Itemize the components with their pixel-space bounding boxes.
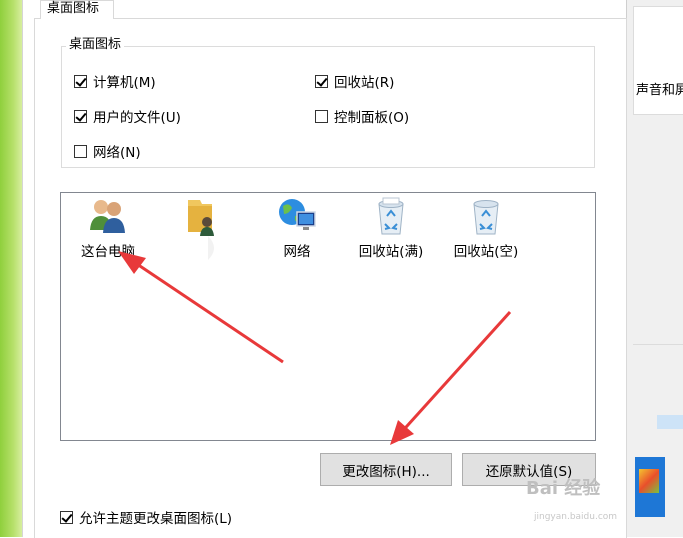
divider: [633, 114, 683, 115]
checkbox-label: 允许主题更改桌面图标(L): [79, 511, 233, 527]
checkbox-control-panel[interactable]: 控制面板(O): [315, 106, 409, 126]
group-title: 桌面图标: [66, 37, 125, 53]
background-window-text: 声音和屏: [636, 83, 683, 98]
icon-item-recycle-full[interactable]: 回收站(满): [346, 196, 436, 260]
watermark-url: jingyan.baidu.com: [534, 512, 618, 522]
watermark-logo: Bai 经验: [526, 478, 601, 499]
checkbox-label: 控制面板(O): [334, 110, 410, 126]
network-globe-icon: [279, 199, 316, 230]
user-folder-icon: [188, 200, 222, 260]
checkbox-label: 计算机(M): [93, 75, 156, 91]
checkbox-box[interactable]: [315, 74, 328, 88]
checkbox-box[interactable]: [74, 109, 87, 123]
icon-item-recycle-empty[interactable]: 回收站(空): [441, 196, 531, 260]
icon-label: 回收站(空): [453, 244, 519, 260]
icon-item-this-pc[interactable]: 这台电脑: [63, 196, 153, 260]
theme-thumbnail[interactable]: [635, 457, 665, 517]
recycle-bin-full-icon: [378, 197, 404, 235]
checkbox-box[interactable]: [315, 109, 328, 123]
checkbox-label: 回收站(R): [334, 75, 395, 91]
checkbox-recycle-bin[interactable]: 回收站(R): [315, 71, 394, 91]
icon-item-network[interactable]: 网络: [252, 196, 342, 260]
checkbox-label: 网络(N): [93, 145, 141, 161]
checkbox-network[interactable]: 网络(N): [74, 141, 141, 161]
background-window-header: 声音和屏: [633, 6, 683, 115]
recycle-bin-empty-icon: [473, 200, 499, 235]
window-border: [22, 0, 23, 537]
icon-label: 这台电脑: [81, 244, 135, 260]
desktop-background-strip: [0, 0, 22, 537]
checkbox-computer[interactable]: 计算机(M): [74, 71, 156, 91]
divider: [633, 344, 683, 345]
icon-item-user-files[interactable]: [155, 196, 245, 264]
icon-label: 网络: [283, 244, 311, 260]
checkbox-box[interactable]: [74, 74, 87, 88]
background-window: 声音和屏: [626, 0, 683, 537]
theme-tile-icon: [639, 469, 659, 493]
checkbox-label: 用户的文件(U): [93, 110, 181, 126]
checkbox-user-files[interactable]: 用户的文件(U): [74, 106, 181, 126]
icon-label: 回收站(满): [358, 244, 424, 260]
selection-highlight: [657, 415, 683, 429]
checkbox-box[interactable]: [60, 510, 73, 524]
checkbox-allow-theme[interactable]: 允许主题更改桌面图标(L): [60, 507, 232, 527]
tab-desktop-icons[interactable]: 桌面图标: [40, 0, 114, 19]
checkbox-box[interactable]: [74, 144, 87, 158]
change-icon-button[interactable]: 更改图标(H)...: [320, 453, 452, 486]
users-icon: [90, 200, 125, 233]
